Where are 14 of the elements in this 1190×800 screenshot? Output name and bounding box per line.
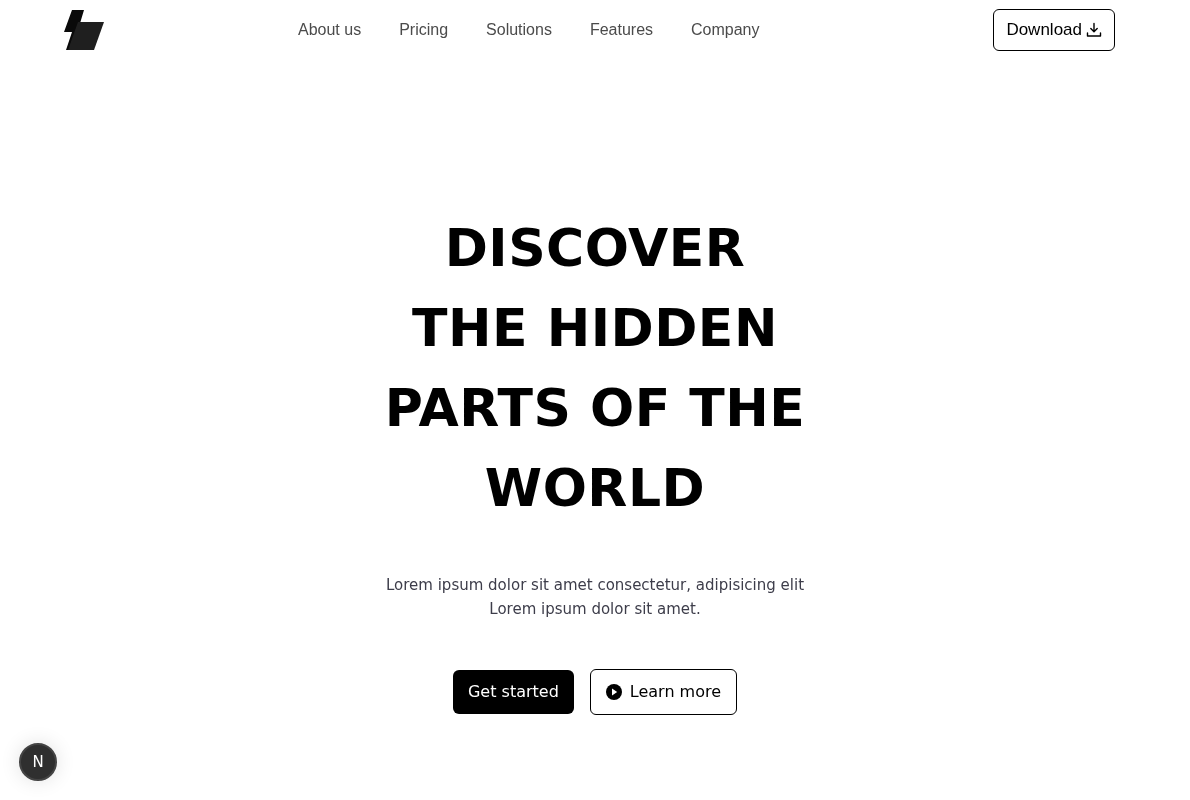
download-button[interactable]: Download (993, 9, 1115, 51)
nav-link[interactable]: About us (298, 18, 362, 42)
nav-link[interactable]: Solutions (486, 18, 552, 42)
nav-link[interactable]: Pricing (399, 18, 449, 42)
nav-link[interactable]: Company (691, 18, 760, 42)
learn-more-button[interactable]: Learn more (589, 669, 738, 715)
logo-icon[interactable] (64, 10, 104, 50)
hero-description: Lorem ipsum dolor sit amet consectetur, adipisicing elit Lorem ipsum dolor sit amet. (386, 575, 804, 620)
play-circle-icon (605, 684, 622, 700)
get-started-button[interactable]: Get started (452, 670, 574, 714)
dev-badge-button[interactable]: N (19, 743, 57, 781)
hero-heading: DISCOVER THE HIDDEN PARTS OF THE WORLD (384, 217, 806, 520)
download-icon (1086, 22, 1102, 38)
nav-link[interactable]: Features (589, 18, 654, 42)
